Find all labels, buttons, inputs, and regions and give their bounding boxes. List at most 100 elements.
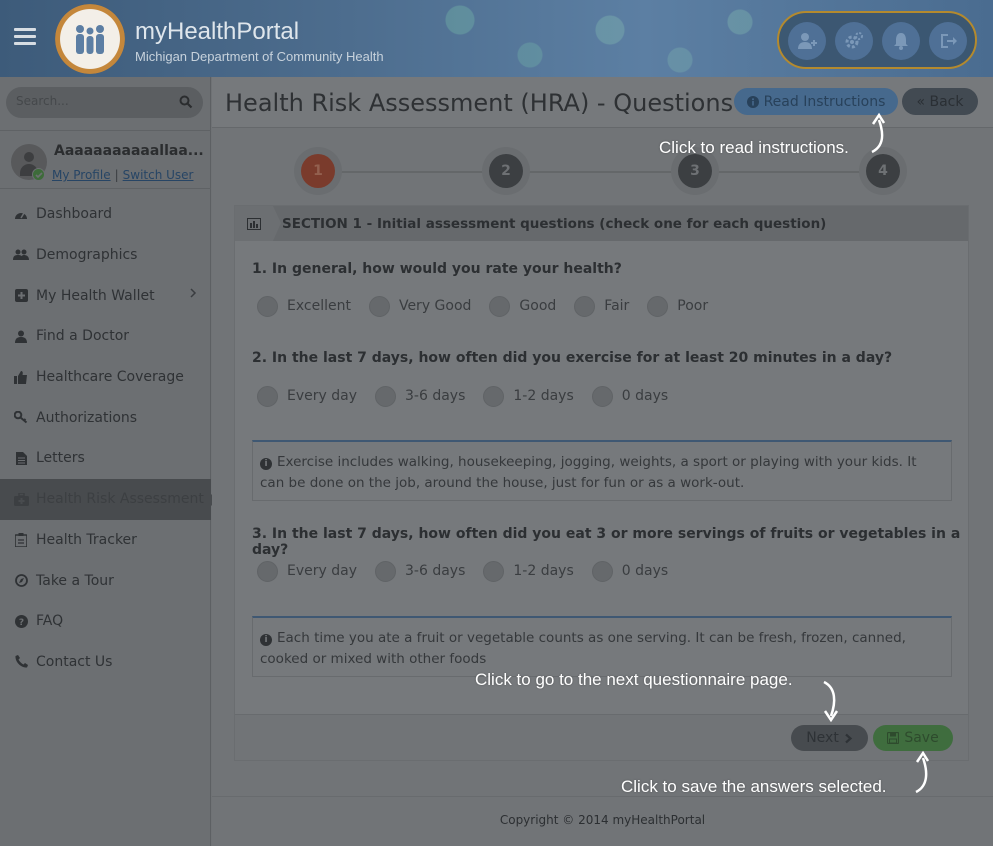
svg-text:?: ? bbox=[18, 618, 23, 628]
search-box bbox=[6, 87, 203, 118]
key-icon bbox=[13, 410, 29, 426]
option-very-good[interactable]: Very Good bbox=[368, 295, 471, 317]
option-fair[interactable]: Fair bbox=[574, 295, 629, 317]
question-icon: ? bbox=[13, 613, 29, 629]
sidebar-item-label: Dashboard bbox=[36, 206, 112, 223]
radio-button[interactable] bbox=[257, 560, 278, 582]
step-2[interactable]: 2 bbox=[482, 147, 530, 195]
sidebar-item-healthcare-coverage[interactable]: Healthcare Coverage bbox=[0, 357, 211, 398]
radio-button[interactable] bbox=[489, 295, 511, 317]
sidebar-item-label: Take a Tour bbox=[36, 572, 114, 589]
option-every-day[interactable]: Every day bbox=[257, 560, 357, 582]
settings-button[interactable] bbox=[835, 22, 873, 60]
read-instructions-label: Read Instructions bbox=[763, 93, 886, 110]
radio-button[interactable] bbox=[591, 560, 613, 582]
portal-logo[interactable] bbox=[55, 4, 125, 74]
radio-button[interactable] bbox=[375, 560, 396, 582]
profile-links: My Profile | Switch User bbox=[52, 168, 193, 182]
sidebar-item-contact-us[interactable]: Contact Us bbox=[0, 642, 211, 683]
radio-button[interactable] bbox=[257, 295, 278, 317]
radio-button[interactable] bbox=[368, 295, 390, 317]
save-label: Save bbox=[904, 730, 939, 746]
option-good[interactable]: Good bbox=[489, 295, 556, 317]
sidebar-item-label: My Health Wallet bbox=[36, 287, 155, 304]
wizard-line bbox=[319, 171, 885, 173]
radio-button[interactable] bbox=[257, 385, 278, 407]
save-button[interactable]: Save bbox=[873, 725, 953, 751]
radio-button[interactable] bbox=[483, 560, 505, 582]
page-title: Health Risk Assessment (HRA) - Questions bbox=[225, 89, 734, 117]
header-action-group bbox=[777, 11, 977, 69]
add-user-icon bbox=[798, 33, 817, 49]
floppy-disk-icon bbox=[887, 732, 900, 744]
option-0-days[interactable]: 0 days bbox=[591, 385, 668, 407]
sidebar-item-label: Letters bbox=[36, 450, 85, 467]
back-label: « Back bbox=[916, 93, 964, 110]
question-3: 3. In the last 7 days, how often did you… bbox=[252, 526, 961, 558]
next-button[interactable]: Next bbox=[791, 725, 868, 751]
sidebar-item-label: Healthcare Coverage bbox=[36, 369, 184, 386]
sidebar-item-find-a-doctor[interactable]: Find a Doctor bbox=[0, 316, 211, 357]
radio-button[interactable] bbox=[375, 385, 396, 407]
family-logo-icon bbox=[76, 25, 104, 54]
radio-button[interactable] bbox=[591, 385, 613, 407]
question-3-options: Every day 3-6 days 1-2 days 0 days bbox=[257, 559, 686, 583]
link-separator: | bbox=[114, 168, 119, 182]
option-3-6-days[interactable]: 3-6 days bbox=[375, 560, 465, 582]
back-button[interactable]: « Back bbox=[902, 88, 978, 115]
search-input[interactable] bbox=[16, 94, 166, 108]
annotation-next-page: Click to go to the next questionnaire pa… bbox=[475, 670, 793, 689]
user-profile: Aaaaaaaaaaallaa... My Profile | Switch Use… bbox=[0, 130, 211, 189]
sidebar-item-health-tracker[interactable]: Health Tracker bbox=[0, 520, 211, 561]
option-3-6-days[interactable]: 3-6 days bbox=[375, 385, 465, 407]
sign-out-button[interactable] bbox=[929, 22, 967, 60]
option-1-2-days[interactable]: 1-2 days bbox=[483, 385, 574, 407]
question-2-options: Every day 3-6 days 1-2 days 0 days bbox=[257, 384, 686, 408]
phone-icon bbox=[13, 654, 29, 670]
radio-button[interactable] bbox=[483, 385, 505, 407]
sidebar-item-dashboard[interactable]: Dashboard bbox=[0, 194, 211, 235]
option-1-2-days[interactable]: 1-2 days bbox=[483, 560, 574, 582]
sidebar-item-label: Authorizations bbox=[36, 409, 138, 426]
sidebar-item-label: Find a Doctor bbox=[36, 328, 130, 345]
section-header-separator bbox=[273, 206, 281, 241]
search-icon[interactable] bbox=[179, 95, 193, 109]
chevron-right-icon bbox=[190, 288, 197, 298]
sidebar-item-letters[interactable]: Letters bbox=[0, 438, 211, 479]
option-poor[interactable]: Poor bbox=[647, 295, 708, 317]
sidebar-nav: Dashboard Demographics My Health Wallet … bbox=[0, 194, 217, 683]
thumbs-up-icon bbox=[13, 369, 29, 385]
section-title: SECTION 1 - Initial assessment questions… bbox=[282, 216, 827, 232]
radio-button[interactable] bbox=[574, 295, 596, 317]
sidebar-item-take-a-tour[interactable]: Take a Tour bbox=[0, 560, 211, 601]
menu-toggle-icon[interactable] bbox=[14, 28, 36, 46]
main-content: Health Risk Assessment (HRA) - Questions… bbox=[212, 77, 993, 846]
info-icon: i bbox=[260, 458, 272, 470]
step-1[interactable]: 1 bbox=[294, 147, 342, 195]
read-instructions-button[interactable]: Read Instructions bbox=[734, 88, 898, 115]
sidebar: Aaaaaaaaaaallaa... My Profile| Switch Use… bbox=[0, 77, 217, 846]
sidebar-item-my-health-wallet[interactable]: My Health Wallet bbox=[0, 275, 211, 316]
add-user-button[interactable] bbox=[788, 22, 826, 60]
option-0-days[interactable]: 0 days bbox=[591, 560, 668, 582]
sidebar-item-authorizations[interactable]: Authorizations bbox=[0, 397, 211, 438]
brand-title: myHealthPortal bbox=[135, 18, 300, 45]
next-label: Next bbox=[806, 730, 839, 746]
online-status-icon bbox=[32, 168, 45, 181]
notifications-button[interactable] bbox=[882, 22, 920, 60]
annotation-read-instructions: Click to read instructions. bbox=[659, 138, 849, 157]
my-profile-link[interactable]: My Profile bbox=[52, 168, 111, 182]
question-2: 2. In the last 7 days, how often did you… bbox=[252, 350, 893, 366]
option-every-day[interactable]: Every day bbox=[257, 385, 357, 407]
brand-subtitle: Michigan Department of Community Health bbox=[135, 49, 384, 64]
dashboard-icon bbox=[13, 206, 29, 222]
radio-button[interactable] bbox=[647, 295, 669, 317]
switch-user-link[interactable]: Switch User bbox=[123, 168, 194, 182]
header-decoration bbox=[420, 0, 780, 77]
sidebar-item-demographics[interactable]: Demographics bbox=[0, 235, 211, 276]
option-excellent[interactable]: Excellent bbox=[257, 295, 351, 317]
sidebar-item-faq[interactable]: ? FAQ bbox=[0, 601, 211, 642]
step-4[interactable]: 4 bbox=[859, 147, 907, 195]
info-icon: i bbox=[260, 634, 272, 646]
sidebar-item-health-risk-assessment[interactable]: Health Risk Assessment bbox=[0, 478, 217, 520]
